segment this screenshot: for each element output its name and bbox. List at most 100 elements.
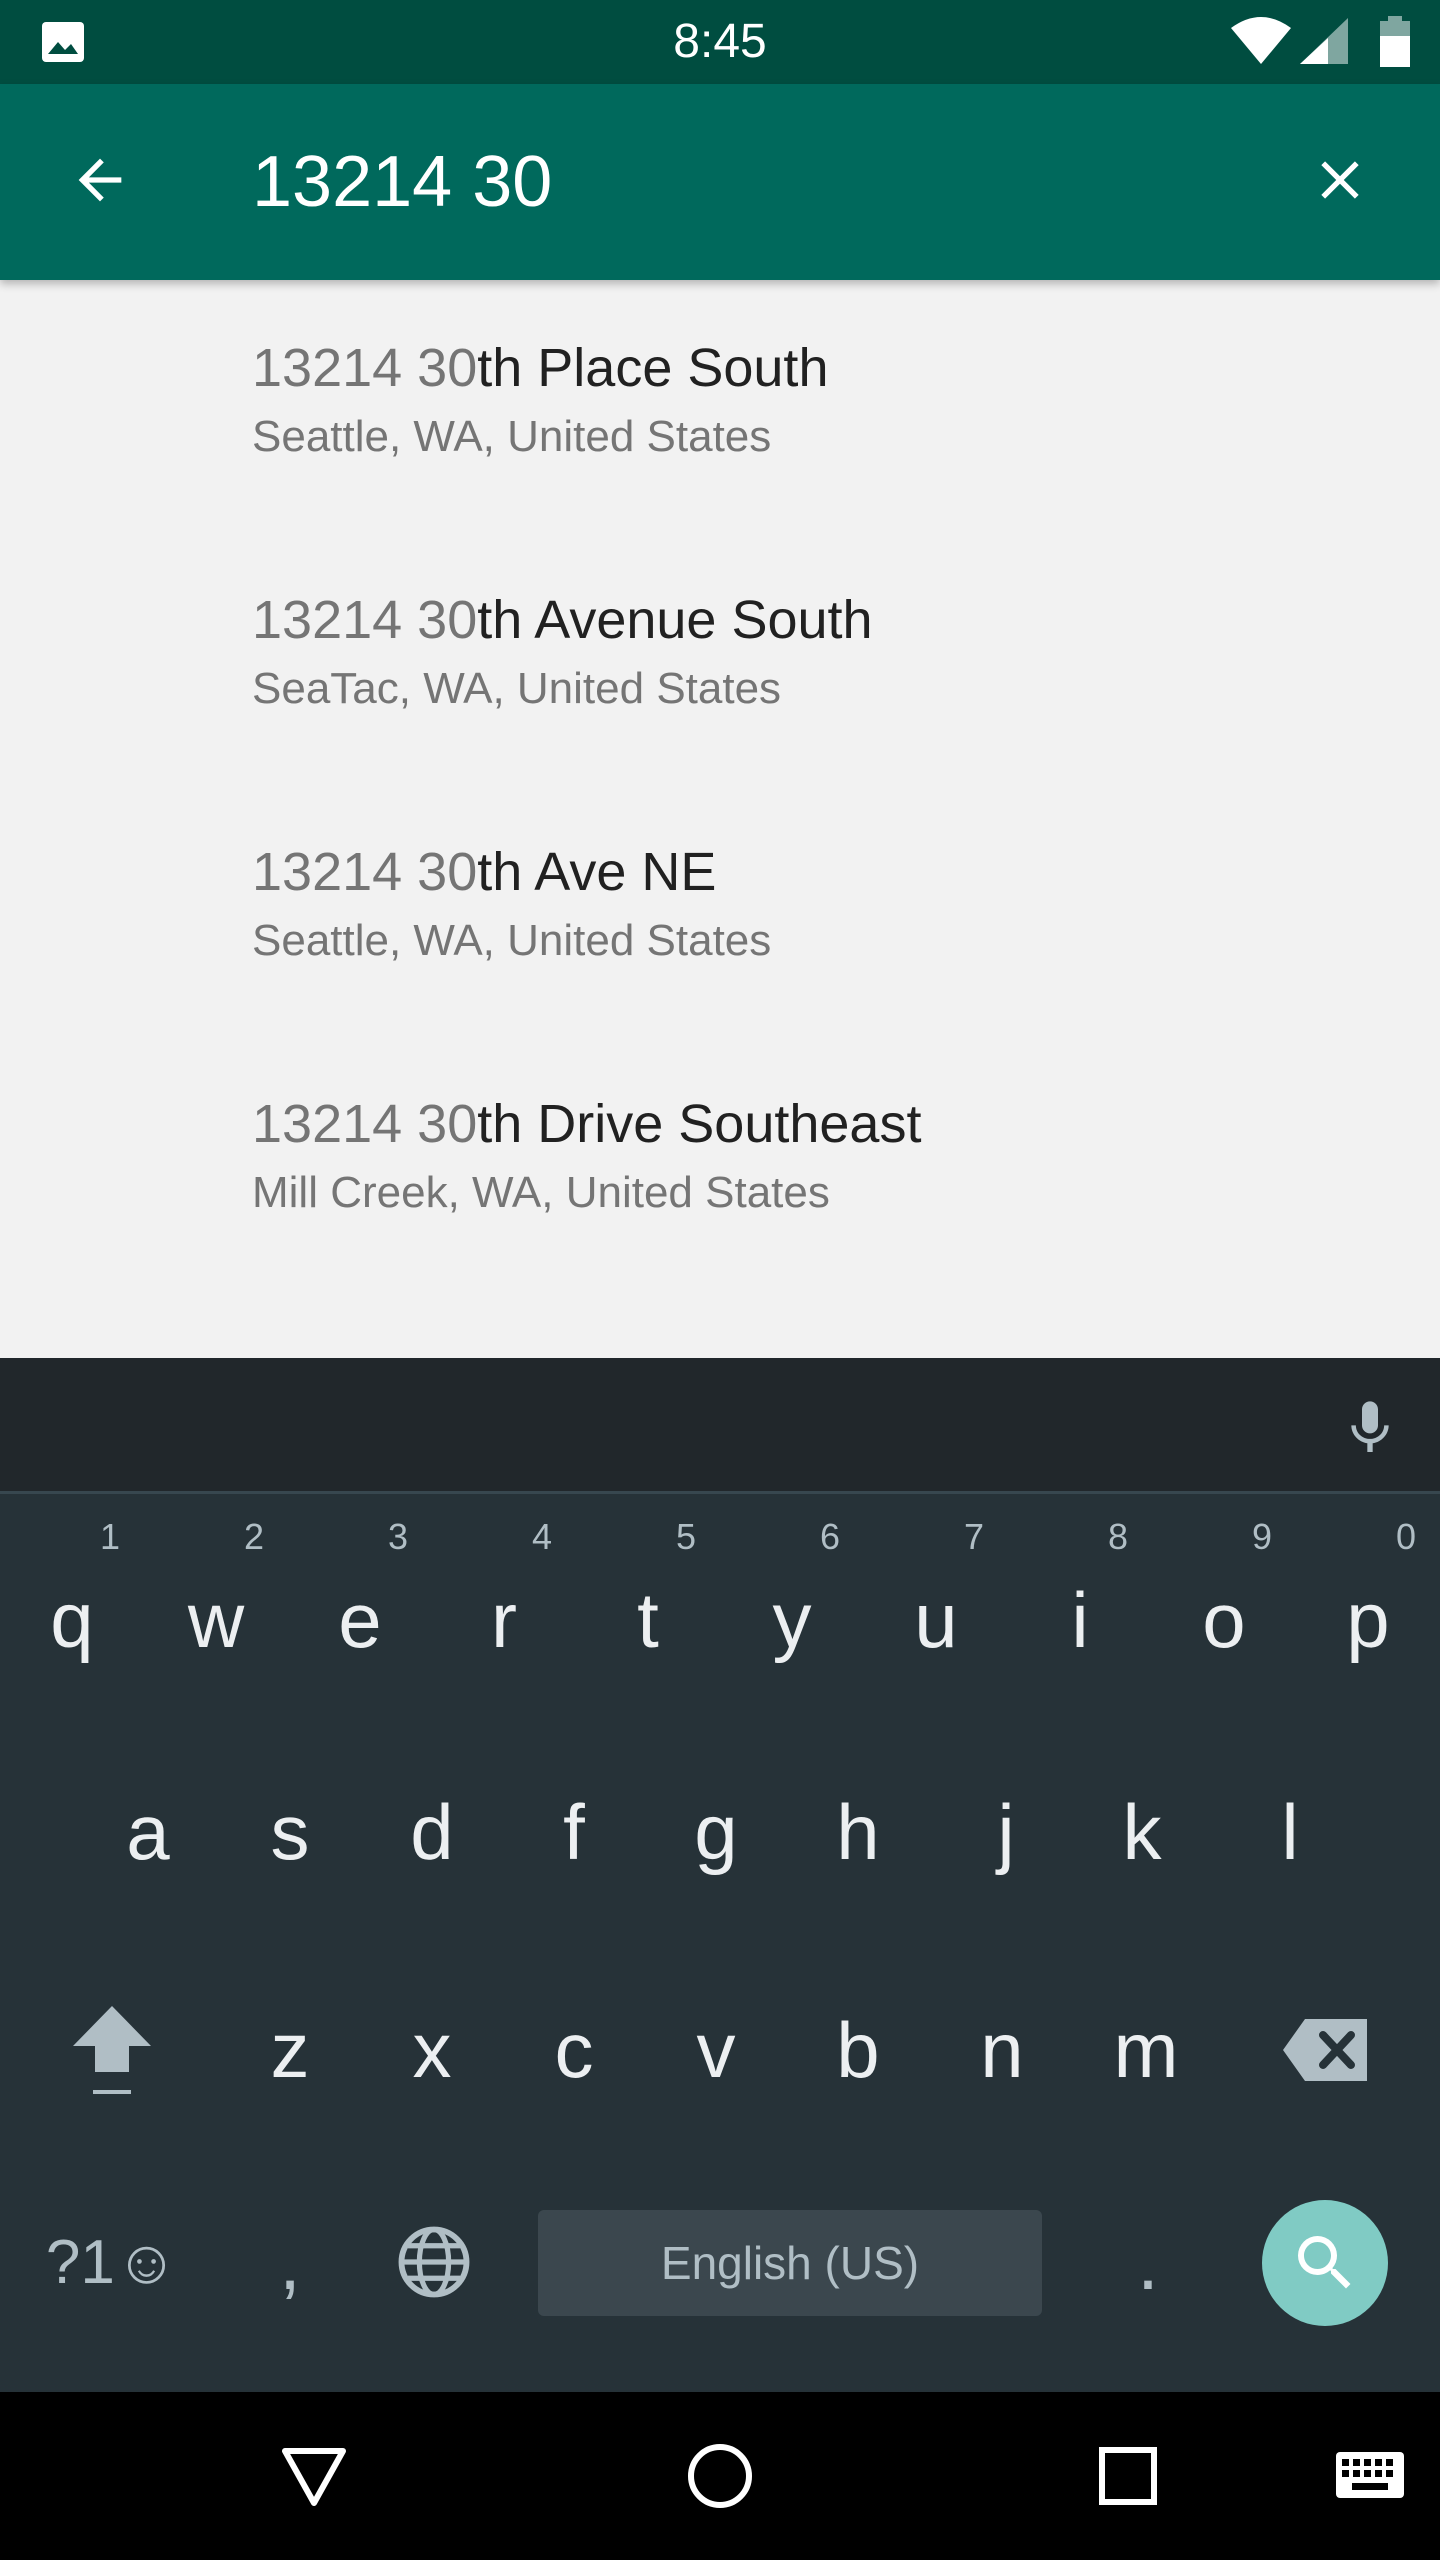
key-hint: 7: [963, 1516, 984, 1557]
key-l[interactable]: l: [1218, 1724, 1362, 1940]
symbols-key[interactable]: ?1☺: [40, 2154, 184, 2370]
arrow-back-icon: [78, 158, 122, 202]
suggestion-subtitle: SeaTac, WA, United States: [252, 664, 782, 713]
key-hint: 8: [1107, 1516, 1128, 1557]
key-r[interactable]: 4r: [432, 1494, 576, 1710]
key-y[interactable]: 6y: [720, 1494, 864, 1710]
key-t[interactable]: 5t: [576, 1494, 720, 1710]
key-label: t: [637, 1575, 659, 1664]
key-label: y: [772, 1575, 812, 1664]
backspace-key[interactable]: [1254, 1942, 1398, 2158]
search-icon: [1298, 2236, 1351, 2289]
suggestion-item[interactable]: 13214 30th Ave NE Seattle, WA, United St…: [0, 784, 1440, 1036]
key-label: ,: [279, 2217, 301, 2306]
key-label: m: [1113, 2005, 1179, 2094]
key-n[interactable]: n: [930, 1942, 1074, 2158]
key-e[interactable]: 3e: [288, 1494, 432, 1710]
key-i[interactable]: 8i: [1008, 1494, 1152, 1710]
key-h[interactable]: h: [786, 1724, 930, 1940]
key-label: q: [50, 1575, 94, 1664]
key-hint: 2: [243, 1516, 264, 1557]
key-label: o: [1202, 1575, 1246, 1664]
key-w[interactable]: 2w: [144, 1494, 288, 1710]
key-label: e: [338, 1575, 382, 1664]
suggestion-match-text: 13214 30: [252, 338, 478, 398]
key-label: f: [563, 1787, 585, 1876]
key-f[interactable]: f: [502, 1724, 646, 1940]
spacebar-key[interactable]: English (US): [538, 2210, 1042, 2316]
suggestion-item[interactable]: 13214 30th Place South Seattle, WA, Unit…: [0, 280, 1440, 532]
nav-back-button[interactable]: [254, 2416, 374, 2536]
period-key[interactable]: .: [1076, 2154, 1220, 2370]
suggestion-item[interactable]: 13214 30th Drive Southeast Mill Creek, W…: [0, 1036, 1440, 1288]
suggestion-title: 13214 30th Avenue South: [252, 588, 873, 652]
voice-input-button[interactable]: [1330, 1388, 1410, 1468]
key-z[interactable]: z: [218, 1942, 362, 2158]
key-hint: 0: [1395, 1516, 1416, 1557]
key-s[interactable]: s: [218, 1724, 362, 1940]
key-u[interactable]: 7u: [864, 1494, 1008, 1710]
key-b[interactable]: b: [786, 1942, 930, 2158]
key-hint: 4: [531, 1516, 552, 1557]
status-bar: 8:45: [0, 0, 1440, 84]
suggestion-item[interactable]: 13214 30th Avenue South SeaTac, WA, Unit…: [0, 532, 1440, 784]
suggestion-rest-text: th Ave NE: [477, 842, 717, 902]
key-label: v: [696, 2005, 736, 2094]
key-label: l: [1281, 1787, 1299, 1876]
suggestion-subtitle: Seattle, WA, United States: [252, 916, 772, 965]
suggestion-rest-text: th Drive Southeast: [477, 1094, 922, 1154]
key-hint: 3: [387, 1516, 408, 1557]
keyboard-icon: [1336, 2452, 1404, 2498]
key-label: z: [270, 2005, 310, 2094]
key-d[interactable]: d: [360, 1724, 504, 1940]
key-a[interactable]: a: [76, 1724, 220, 1940]
clear-search-button[interactable]: [1290, 130, 1390, 230]
key-label: a: [126, 1787, 170, 1876]
suggestion-subtitle: Seattle, WA, United States: [252, 412, 772, 461]
suggestion-match-text: 13214 30: [252, 590, 478, 650]
close-icon: [1321, 161, 1359, 199]
key-g[interactable]: g: [644, 1724, 788, 1940]
search-key[interactable]: [1262, 2200, 1388, 2326]
search-input[interactable]: 13214 30: [252, 140, 552, 224]
key-x[interactable]: x: [360, 1942, 504, 2158]
key-hint: 5: [675, 1516, 696, 1557]
key-label: English (US): [660, 2237, 920, 2289]
status-time: 8:45: [673, 15, 767, 68]
backspace-icon: [1283, 2019, 1367, 2081]
suggestion-subtitle: Mill Creek, WA, United States: [252, 1168, 830, 1217]
shift-icon: [73, 2006, 151, 2094]
nav-recents-button[interactable]: [1068, 2416, 1188, 2536]
suggestion-title: 13214 30th Ave NE: [252, 840, 716, 904]
nav-recents-icon: [1099, 2447, 1157, 2505]
key-label: j: [997, 1787, 1015, 1876]
key-label: w: [187, 1575, 245, 1664]
key-label: p: [1346, 1575, 1390, 1664]
key-p[interactable]: 0p: [1296, 1494, 1440, 1710]
key-m[interactable]: m: [1074, 1942, 1218, 2158]
comma-key[interactable]: ,: [218, 2154, 362, 2370]
key-label: h: [836, 1787, 880, 1876]
key-label: .: [1137, 2217, 1159, 2306]
key-v[interactable]: v: [644, 1942, 788, 2158]
suggestion-title: 13214 30th Drive Southeast: [252, 1092, 921, 1156]
key-label: n: [980, 2005, 1024, 2094]
key-hint: 9: [1251, 1516, 1272, 1557]
back-button[interactable]: [50, 130, 150, 230]
keyboard-switch-button[interactable]: [1310, 2416, 1430, 2536]
key-o[interactable]: 9o: [1152, 1494, 1296, 1710]
shift-key[interactable]: [40, 1942, 184, 2158]
microphone-icon: [1351, 1401, 1389, 1452]
search-app-bar: 13214 30: [0, 84, 1440, 280]
nav-home-icon: [688, 2444, 752, 2508]
key-label: d: [410, 1787, 454, 1876]
key-q[interactable]: 1q: [0, 1494, 144, 1710]
key-label: k: [1122, 1787, 1162, 1876]
key-hint: 1: [99, 1516, 120, 1557]
key-c[interactable]: c: [502, 1942, 646, 2158]
language-key[interactable]: [362, 2154, 506, 2370]
key-j[interactable]: j: [934, 1724, 1078, 1940]
key-k[interactable]: k: [1070, 1724, 1214, 1940]
key-label: b: [836, 2005, 880, 2094]
nav-home-button[interactable]: [660, 2416, 780, 2536]
